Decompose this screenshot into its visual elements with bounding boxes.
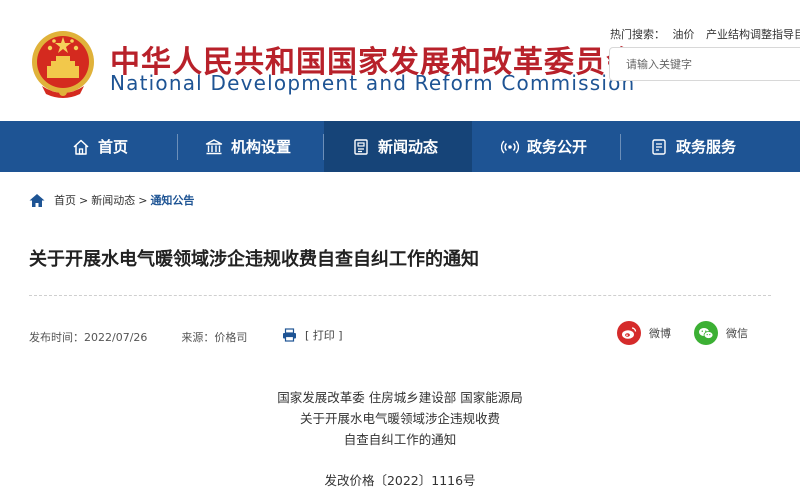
hot-search: 热门搜索： 油价 产业结构调整指导目录 (610, 26, 800, 42)
article-meta: 发布时间： 2022/07/26 来源： 价格司 (29, 329, 247, 345)
nav-item-organization[interactable]: 机构设置 (205, 121, 291, 172)
breadcrumb-separator: > (79, 193, 89, 207)
nav-item-services[interactable]: 政务服务 (650, 121, 736, 172)
weibo-icon (617, 321, 641, 345)
document-number: 发改价格〔2022〕1116号 (324, 473, 476, 488)
broadcast-icon (501, 140, 519, 153)
breadcrumb: 首页 > 新闻动态 > 通知公告 (29, 191, 194, 209)
document-heading-line2: 自查自纠工作的通知 (343, 432, 457, 447)
article-title: 关于开展水电气暖领域涉企违规收费自查自纠工作的通知 (29, 249, 479, 270)
publish-label: 发布时间： (29, 331, 84, 344)
nav-item-home[interactable]: 首页 (72, 121, 128, 172)
document-heading-line1: 关于开展水电气暖领域涉企违规收费 (299, 411, 500, 426)
hot-search-term[interactable]: 产业结构调整指导目录 (706, 28, 800, 41)
share-wechat-button[interactable]: 微信 (694, 321, 748, 345)
home-icon (29, 193, 45, 207)
nav-item-label: 首页 (98, 138, 129, 156)
breadcrumb-news[interactable]: 新闻动态 (91, 192, 135, 208)
hot-search-term[interactable]: 油价 (673, 28, 695, 41)
nav-item-label: 政务服务 (676, 138, 737, 156)
printer-icon (283, 328, 296, 342)
wechat-icon (694, 321, 718, 345)
nav-item-label: 机构设置 (231, 138, 292, 156)
document-issuers: 国家发展改革委 住房城乡建设部 国家能源局 (277, 390, 523, 405)
publish-date: 2022/07/26 (84, 330, 148, 344)
breadcrumb-current[interactable]: 通知公告 (150, 192, 194, 208)
share-weibo-label: 微博 (649, 327, 671, 340)
site-header: 中华人民共和国国家发展和改革委员会 National Development a… (0, 0, 800, 121)
home-outline-icon (73, 139, 89, 155)
nav-item-label: 新闻动态 (378, 138, 439, 156)
nav-item-government-affairs[interactable]: 政务公开 (501, 121, 587, 172)
nav-item-news[interactable]: 新闻动态 (324, 121, 472, 172)
nav-divider (620, 134, 621, 160)
source-label: 来源： (181, 331, 215, 344)
print-button[interactable]: [ 打印 ] (282, 327, 343, 343)
search-box (609, 47, 800, 81)
nav-item-label: 政务公开 (527, 138, 588, 156)
building-icon (205, 138, 223, 154)
nav-divider (177, 134, 178, 160)
site-title-english[interactable]: National Development and Reform Commissi… (110, 71, 635, 95)
news-icon (354, 138, 368, 155)
search-input[interactable] (626, 48, 796, 80)
service-icon (652, 138, 666, 155)
breadcrumb-separator: > (138, 193, 148, 207)
hot-search-label: 热门搜索： (610, 28, 665, 41)
main-nav: 首页 机构设置 新闻动态 政务公开 政务服务 (0, 121, 800, 172)
breadcrumb-home[interactable]: 首页 (54, 192, 76, 208)
share-wechat-label: 微信 (726, 327, 748, 340)
print-label: [ 打印 ] (305, 329, 343, 342)
share-weibo-button[interactable]: 微博 (617, 321, 671, 345)
national-emblem-icon[interactable] (30, 28, 96, 100)
title-divider (29, 295, 771, 296)
source-value: 价格司 (214, 331, 248, 344)
